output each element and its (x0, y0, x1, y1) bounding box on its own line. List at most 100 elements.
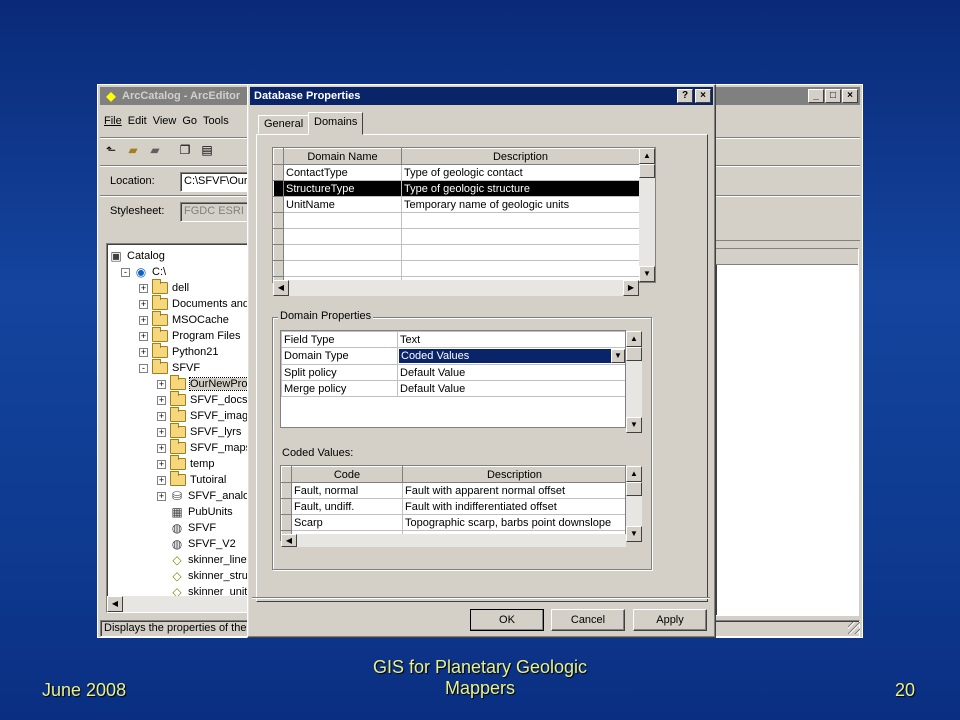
expand-icon[interactable]: + (157, 411, 166, 421)
code-cell[interactable]: Fault, undiff. (291, 498, 403, 515)
stylesheet-select[interactable]: FGDC ESRI (180, 202, 252, 222)
domain-row[interactable]: StructureType Type of geologic structure (273, 180, 640, 197)
domain-name-cell[interactable]: ContactType (283, 164, 402, 181)
expand-icon[interactable]: + (139, 347, 148, 357)
tree-item[interactable]: + SFVF_images (157, 407, 251, 424)
menu-tools[interactable]: Tools (203, 115, 229, 127)
row-selector[interactable] (281, 498, 292, 515)
tree-item[interactable]: ◇ skinner_struc (157, 568, 251, 584)
code-description-cell[interactable]: Fault with indifferentiated offset (402, 498, 625, 515)
expand-icon[interactable]: + (157, 459, 166, 469)
domain-properties-grid[interactable]: Field Type Text Domain Type Coded Values ▼ Sp… (280, 330, 626, 428)
disconnect-folder-icon[interactable]: ▰ (148, 143, 162, 157)
tab-domains[interactable]: Domains (308, 112, 364, 135)
tree-item[interactable]: + temp (157, 455, 214, 472)
empty-cell[interactable] (401, 212, 640, 229)
expand-icon[interactable]: + (157, 379, 166, 389)
empty-cell[interactable] (401, 228, 640, 245)
paste-icon[interactable]: ▤ (200, 143, 214, 157)
empty-cell[interactable] (283, 228, 402, 245)
connect-folder-icon[interactable]: ▰ (126, 143, 140, 157)
scroll-down-icon[interactable]: ▼ (639, 266, 655, 282)
cancel-button[interactable]: Cancel (551, 609, 625, 631)
empty-domain-row[interactable] (273, 228, 640, 245)
menu-go[interactable]: Go (182, 115, 197, 127)
tree-item[interactable]: + SFVF_maps (157, 439, 251, 456)
row-selector[interactable] (273, 196, 284, 213)
coded-values-grid[interactable]: Code Description Fault, normal Fault with a… (280, 465, 626, 541)
domain-row[interactable]: ContactType Type of geologic contact (273, 164, 640, 181)
scroll-left-icon[interactable]: ◀ (273, 280, 289, 296)
row-selector[interactable] (281, 514, 292, 531)
tree-item[interactable]: ▦ PubUnits (157, 504, 232, 520)
scroll-up-icon[interactable]: ▲ (626, 466, 642, 482)
domain-name-header[interactable]: Domain Name (283, 148, 402, 165)
dialog-close-button[interactable]: × (695, 89, 711, 103)
code-header[interactable]: Code (291, 466, 403, 483)
row-selector[interactable] (273, 212, 284, 229)
expand-icon[interactable]: + (157, 427, 166, 437)
expand-icon[interactable]: + (139, 283, 148, 293)
row-selector[interactable] (273, 164, 284, 181)
description-header[interactable]: Description (401, 148, 640, 165)
expand-icon[interactable]: + (157, 491, 166, 501)
empty-cell[interactable] (283, 212, 402, 229)
copy-icon[interactable]: ❐ (178, 143, 192, 157)
tree-item[interactable]: ◇ skinner_linew (157, 552, 251, 568)
empty-domain-row[interactable] (273, 212, 640, 229)
tree-hscrollbar[interactable]: ◀ (107, 596, 252, 612)
code-description-header[interactable]: Description (402, 466, 625, 483)
code-cell[interactable]: Scarp (291, 514, 403, 531)
empty-cell[interactable] (283, 244, 402, 261)
domain-description-cell[interactable]: Type of geologic structure (401, 180, 640, 197)
collapse-icon[interactable]: - (121, 267, 130, 277)
scroll-thumb[interactable] (639, 164, 655, 178)
tree-item[interactable]: + MSOCache (139, 311, 229, 328)
domains-vscrollbar[interactable]: ▲ ▼ (639, 148, 655, 282)
code-description-cell[interactable]: Topographic scarp, barbs point downslope (402, 514, 625, 531)
tree-item[interactable]: ◍ SFVF (157, 520, 216, 536)
scroll-thumb[interactable] (626, 482, 642, 496)
minimize-button[interactable]: _ (808, 89, 824, 103)
tree-item[interactable]: - SFVF (139, 359, 200, 376)
properties-vscrollbar[interactable]: ▲ ▼ (626, 331, 642, 433)
scroll-down-icon[interactable]: ▼ (626, 417, 642, 433)
tree-item[interactable]: + OurNewProje (157, 375, 251, 392)
expand-icon[interactable]: + (139, 299, 148, 309)
apply-button[interactable]: Apply (633, 609, 707, 631)
scroll-thumb[interactable] (626, 347, 642, 361)
expand-icon[interactable]: + (139, 315, 148, 325)
property-value[interactable]: Default Value (397, 380, 625, 397)
scroll-left-icon[interactable]: ◀ (281, 534, 297, 547)
resize-grip-icon[interactable] (848, 622, 860, 634)
coded-value-row[interactable]: Scarp Topographic scarp, barbs point down… (281, 514, 625, 531)
dropdown-arrow-icon[interactable]: ▼ (611, 349, 625, 363)
up-one-level-icon[interactable]: ⬑ (104, 143, 118, 157)
coded-value-row[interactable]: Fault, normal Fault with apparent normal … (281, 482, 625, 499)
domain-name-cell[interactable]: UnitName (283, 196, 402, 213)
empty-domain-row[interactable] (273, 260, 640, 277)
expand-icon[interactable]: + (139, 331, 148, 341)
row-selector[interactable] (273, 244, 284, 261)
expand-icon[interactable]: + (157, 443, 166, 453)
tree-item[interactable]: + Python21 (139, 343, 218, 360)
property-value[interactable]: Text (397, 331, 625, 348)
expand-icon[interactable]: + (157, 395, 166, 405)
domain-row[interactable]: UnitName Temporary name of geologic units (273, 196, 640, 213)
domains-hscrollbar[interactable]: ◀ ▶ (273, 280, 639, 296)
ok-button[interactable]: OK (470, 609, 544, 631)
row-selector[interactable] (273, 260, 284, 277)
code-description-cell[interactable]: Fault with apparent normal offset (402, 482, 625, 499)
scroll-down-icon[interactable]: ▼ (626, 526, 642, 542)
expand-icon[interactable]: + (157, 475, 166, 485)
tree-item[interactable]: ◍ SFVF_V2 (157, 536, 236, 552)
contents-panel[interactable] (715, 248, 859, 616)
tree-item[interactable]: + SFVF_docs (157, 391, 247, 408)
menu-file[interactable]: File (104, 115, 122, 127)
catalog-tree[interactable]: ▣ Catalog - ◉ C:\ + dell + Documents and S + MSOCa… (106, 243, 252, 613)
code-cell[interactable]: Fault, normal (291, 482, 403, 499)
row-selector[interactable] (273, 180, 284, 197)
domain-description-cell[interactable]: Temporary name of geologic units (401, 196, 640, 213)
row-selector[interactable] (281, 482, 292, 499)
tree-item[interactable]: + dell (139, 279, 189, 296)
